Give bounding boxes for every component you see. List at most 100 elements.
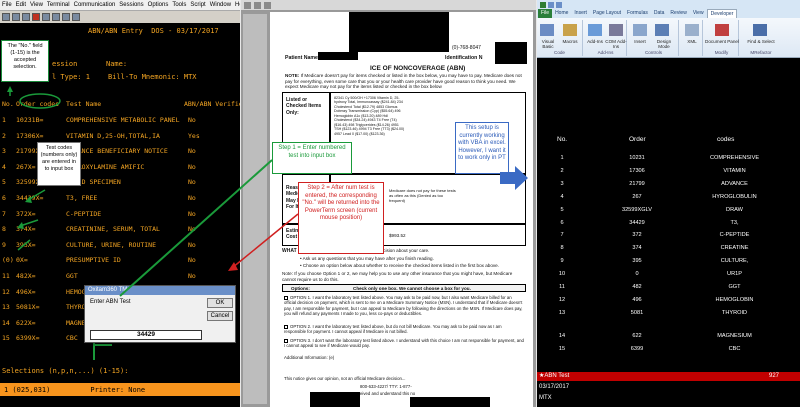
excel-row[interactable]: 8 374 CREATINE: [537, 245, 800, 258]
tab-developer[interactable]: Developer: [706, 9, 738, 18]
cancel-button[interactable]: Cancel: [207, 311, 233, 321]
cell-no[interactable]: 5: [537, 207, 587, 213]
design-mode-icon[interactable]: [655, 24, 669, 36]
cell-no[interactable]: 2: [537, 168, 587, 174]
cell-code[interactable]: ADVANCE: [687, 181, 782, 187]
cell-no[interactable]: 13: [537, 310, 587, 316]
cell-code[interactable]: GGT: [687, 284, 782, 290]
tab-formulas[interactable]: Formulas: [624, 9, 651, 18]
cell-no[interactable]: 3: [537, 181, 587, 187]
tab-page-layout[interactable]: Page Layout: [590, 9, 624, 18]
com-addins-icon[interactable]: [609, 24, 623, 36]
excel-row[interactable]: 10 0 UR1P: [537, 271, 800, 284]
tab-home[interactable]: Home: [552, 9, 571, 18]
tab-view[interactable]: View: [690, 9, 707, 18]
cell-code[interactable]: MAGNESIUM: [687, 333, 782, 339]
client-cell[interactable]: MTX: [539, 395, 552, 401]
cell-no[interactable]: 14: [537, 333, 587, 339]
cell-order[interactable]: 6399: [612, 346, 662, 352]
excel-row[interactable]: 5 32599XGLV DRAW: [537, 207, 800, 220]
option-3-checkbox[interactable]: [284, 338, 288, 343]
cell-order[interactable]: 5081: [612, 310, 662, 316]
cell-code[interactable]: COMPREHENSIVE: [687, 155, 782, 161]
find-select-icon[interactable]: [753, 24, 767, 36]
macros-icon[interactable]: [563, 24, 577, 36]
find-select-button[interactable]: Find & Select: [741, 39, 781, 44]
cell-order[interactable]: 32599XGLV: [612, 207, 662, 213]
cell-order[interactable]: 34429: [612, 220, 662, 226]
cell-no[interactable]: 7: [537, 232, 587, 238]
excel-row[interactable]: 6 34429 T3,: [537, 220, 800, 233]
cell-order[interactable]: 21799: [612, 181, 662, 187]
cell-code[interactable]: C-PEPTIDE: [687, 232, 782, 238]
excel-row[interactable]: 12 496 HEMOGLOBIN: [537, 297, 800, 310]
cell-code[interactable]: UR1P: [687, 271, 782, 277]
visual-basic-icon[interactable]: [540, 24, 554, 36]
cell-no[interactable]: 11: [537, 284, 587, 290]
macros-button[interactable]: Macros: [559, 39, 581, 44]
cell-code[interactable]: HEMOGLOBIN: [687, 297, 782, 303]
save-icon[interactable]: [548, 1, 554, 8]
cell-no[interactable]: 12: [537, 297, 587, 303]
excel-row[interactable]: 13 5081 THYROID: [537, 310, 800, 323]
cell-code[interactable]: VITAMIN: [687, 168, 782, 174]
cell-code[interactable]: CREATINE: [687, 245, 782, 251]
zoom-icon[interactable]: [264, 1, 271, 9]
visual-basic-button[interactable]: Visual Basic: [538, 39, 558, 49]
excel-row[interactable]: 15 6399 CBC: [537, 346, 800, 359]
excel-row[interactable]: 11 482 GGT: [537, 284, 800, 297]
cell-code[interactable]: CBC: [687, 346, 782, 352]
undo-icon[interactable]: [556, 1, 562, 8]
excel-row[interactable]: 9 395 CULTURE,: [537, 258, 800, 271]
excel-row[interactable]: 14 622 MAGNESIUM: [537, 333, 800, 346]
excel-row[interactable]: 7 372 C-PEPTIDE: [537, 232, 800, 245]
cell-code[interactable]: T3,: [687, 220, 782, 226]
print-icon[interactable]: [244, 1, 251, 9]
cell-order[interactable]: 17306: [612, 168, 662, 174]
excel-row[interactable]: 1 10231 COMPREHENSIVE: [537, 155, 800, 168]
xml-icon[interactable]: [685, 24, 699, 36]
abn-test-input[interactable]: 34429: [90, 330, 202, 340]
cell-no[interactable]: 8: [537, 245, 587, 251]
cell-no[interactable]: 15: [537, 346, 587, 352]
cell-order[interactable]: 395: [612, 258, 662, 264]
cell-code[interactable]: THYROID: [687, 310, 782, 316]
cell-code[interactable]: HYROGLOBULIN: [687, 194, 782, 200]
date-cell[interactable]: 03/17/2017: [539, 384, 569, 390]
cell-no[interactable]: 9: [537, 258, 587, 264]
cell-order[interactable]: 482: [612, 284, 662, 290]
tab-file[interactable]: File: [538, 9, 553, 18]
option-1-checkbox[interactable]: [284, 295, 288, 300]
cell-order[interactable]: 267: [612, 194, 662, 200]
insert-control-icon[interactable]: [633, 24, 647, 36]
cell-no[interactable]: 4: [537, 194, 587, 200]
cell-code[interactable]: CULTURE,: [687, 258, 782, 264]
cell-order[interactable]: 10231: [612, 155, 662, 161]
design-mode-button[interactable]: Design Mode: [653, 39, 675, 49]
insert-control-button[interactable]: Insert: [629, 39, 651, 44]
cell-no[interactable]: 10: [537, 271, 587, 277]
abn-test-row[interactable]: ★ABN Test 927: [537, 372, 800, 381]
xml-button[interactable]: XML: [681, 39, 703, 44]
cell-order[interactable]: 622: [612, 333, 662, 339]
cell-no[interactable]: 1: [537, 155, 587, 161]
tab-review[interactable]: Review: [667, 9, 689, 18]
ok-button[interactable]: OK: [207, 298, 233, 308]
cell-no[interactable]: 6: [537, 220, 587, 226]
excel-row[interactable]: 4 267 HYROGLOBULIN: [537, 194, 800, 207]
cell-order[interactable]: 374: [612, 245, 662, 251]
cell-order[interactable]: 0: [612, 271, 662, 277]
save-icon[interactable]: [254, 1, 261, 9]
cell-code[interactable]: DRAW: [687, 207, 782, 213]
excel-row[interactable]: 3 21799 ADVANCE: [537, 181, 800, 194]
excel-row[interactable]: 2 17306 VITAMIN: [537, 168, 800, 181]
tab-data[interactable]: Data: [651, 9, 668, 18]
addins-icon[interactable]: [588, 24, 602, 36]
addins-button[interactable]: Add-Ins: [585, 39, 605, 44]
document-panel-button[interactable]: Document Panel: [705, 39, 739, 44]
tab-insert[interactable]: Insert: [571, 9, 590, 18]
cell-order[interactable]: 372: [612, 232, 662, 238]
document-panel-icon[interactable]: [715, 24, 729, 36]
cell-order[interactable]: 496: [612, 297, 662, 303]
com-addins-button[interactable]: COM Add-Ins: [605, 39, 627, 49]
